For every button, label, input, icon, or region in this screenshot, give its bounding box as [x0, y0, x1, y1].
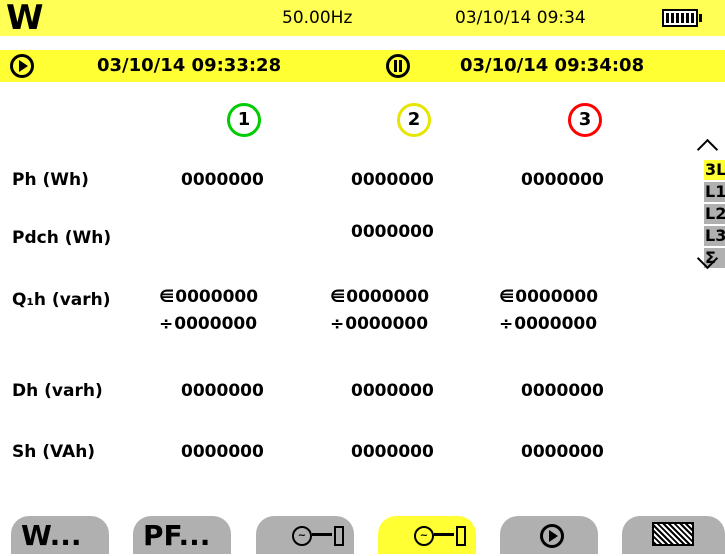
pdch-value-total: 0000000	[351, 222, 434, 242]
inductive-icon: ÷	[330, 314, 345, 334]
row-label-pdch: Pdch (Wh)	[12, 228, 112, 248]
ph-value-phase-1: 0000000	[181, 170, 264, 190]
row-label-sh: Sh (VAh)	[12, 442, 96, 462]
tab-energy-consumed[interactable]: ~	[256, 516, 354, 554]
tab-start-energy[interactable]	[500, 516, 598, 554]
phase-2-indicator: 2	[397, 103, 431, 137]
capacitive-icon: ⋹	[330, 287, 346, 307]
load-icon	[334, 526, 344, 546]
phase-3-indicator: 3	[568, 103, 602, 137]
recording-end-time: 03/10/14 09:34:08	[460, 55, 645, 76]
play-icon	[540, 524, 564, 548]
clock-datetime: 03/10/14 09:34	[455, 8, 586, 28]
play-icon	[10, 54, 34, 78]
status-bar: W 50.00Hz 03/10/14 09:34	[0, 0, 725, 38]
tab-pf-mode[interactable]: PF...	[133, 516, 231, 554]
capacitive-icon: ⋹	[499, 287, 515, 307]
dh-value-phase-3: 0000000	[521, 381, 604, 401]
scroll-up-chevron-icon[interactable]	[698, 138, 718, 150]
q1h-inductive-phase-3: ÷0000000	[499, 314, 598, 334]
ph-value-phase-2: 0000000	[351, 170, 434, 190]
inductive-icon: ÷	[159, 314, 174, 334]
capacitive-icon: ⋹	[159, 287, 175, 307]
row-label-dh: Dh (varh)	[12, 381, 103, 401]
load-icon	[456, 526, 466, 546]
dh-value-phase-2: 0000000	[351, 381, 434, 401]
q1h-inductive-phase-2: ÷0000000	[330, 314, 429, 334]
q1h-capacitive-phase-2: ⋹0000000	[330, 287, 430, 307]
q1h-capacitive-phase-3: ⋹0000000	[499, 287, 599, 307]
source-icon: ~	[414, 526, 434, 546]
sh-value-phase-3: 0000000	[521, 442, 604, 462]
side-tab-l2[interactable]: L2	[704, 202, 725, 224]
row-label-q1h: Q₁h (varh)	[12, 290, 111, 310]
row-label-ph: Ph (Wh)	[12, 170, 89, 190]
pause-icon	[386, 54, 410, 78]
watt-mode-logo: W	[6, 0, 44, 38]
frequency-readout: 50.00Hz	[282, 8, 353, 28]
side-tab-l3[interactable]: L3	[704, 224, 725, 246]
sh-value-phase-1: 0000000	[181, 442, 264, 462]
function-tab-bar: W... PF... ~ ~	[0, 516, 725, 554]
q1h-capacitive-phase-1: ⋹0000000	[159, 287, 259, 307]
side-tab-3l[interactable]: 3L	[704, 158, 725, 180]
q1h-inductive-phase-1: ÷0000000	[159, 314, 258, 334]
inductive-icon: ÷	[499, 314, 514, 334]
arrow-left-icon	[434, 533, 454, 536]
tab-energy-generated[interactable]: ~	[378, 516, 476, 554]
recording-period-bar: 03/10/14 09:33:28 03/10/14 09:34:08	[0, 50, 725, 82]
side-tab-l1[interactable]: L1	[704, 180, 725, 202]
trash-icon	[652, 522, 694, 546]
battery-icon	[662, 9, 702, 27]
ph-value-phase-3: 0000000	[521, 170, 604, 190]
dh-value-phase-1: 0000000	[181, 381, 264, 401]
phase-1-indicator: 1	[227, 103, 261, 137]
recording-start-time: 03/10/14 09:33:28	[97, 55, 282, 76]
sh-value-phase-2: 0000000	[351, 442, 434, 462]
tab-w-label: W...	[21, 519, 82, 552]
source-icon: ~	[292, 526, 312, 546]
scroll-down-chevron-icon[interactable]	[698, 258, 718, 270]
tab-reset-energy[interactable]	[622, 516, 725, 554]
arrow-right-icon	[312, 533, 332, 536]
tab-w-mode[interactable]: W...	[11, 516, 109, 554]
tab-pf-label: PF...	[143, 519, 211, 552]
